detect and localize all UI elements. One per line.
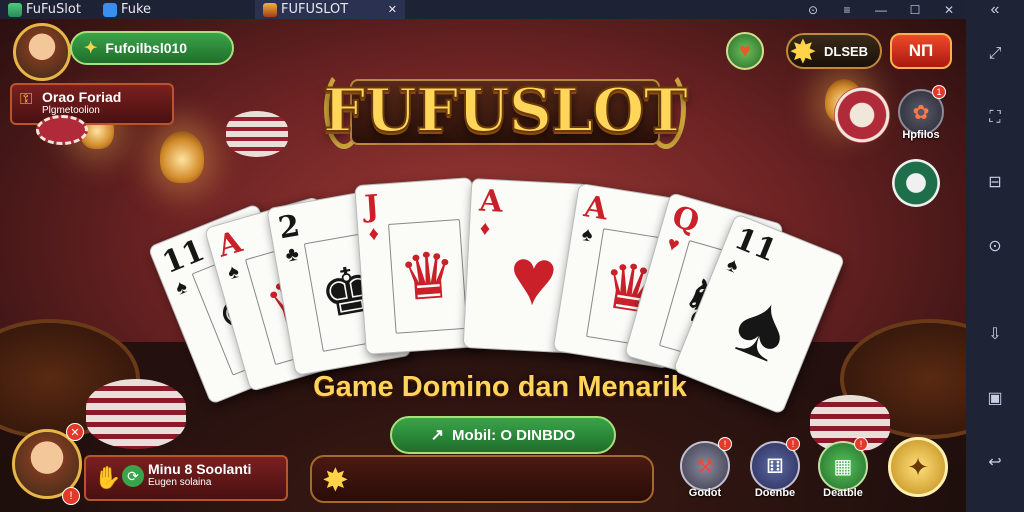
card-rank: A [478, 183, 504, 220]
chip-stack-bottom-left [86, 379, 186, 449]
expand-icon[interactable]: ⤢ [980, 39, 1010, 69]
player-avatar[interactable] [13, 23, 71, 81]
player-name-pill[interactable]: ✦ Fufoilbsl010 [70, 31, 234, 65]
card-suit: ♠ [172, 275, 191, 300]
fuke-icon [102, 2, 117, 17]
lamp-left [160, 131, 204, 183]
player-bottom-sub: Eugen solaina [148, 477, 212, 488]
flower-icon: ✿ [912, 101, 930, 124]
key-icon: ⚿ [20, 91, 33, 108]
card-suit: ♥ [664, 232, 682, 257]
tab-close-icon[interactable]: ✕ [388, 3, 397, 16]
dice-icon: ⚅ [766, 455, 784, 478]
minimize-window-icon[interactable]: — [864, 0, 898, 19]
deatble-badge: ! [854, 437, 868, 451]
balance-label: DLSEB [824, 43, 869, 59]
close-window-icon[interactable]: ✕ [932, 0, 966, 19]
back-icon[interactable]: ↩ [980, 447, 1010, 477]
balance-pill[interactable]: ✸ DLSEB [786, 33, 882, 69]
folder-icon[interactable]: ▣ [980, 383, 1010, 413]
mobile-icon: ↗ [430, 427, 445, 444]
hotfiles-label: Hpfilos [902, 129, 940, 141]
doenbe-label: Doenbe [754, 487, 796, 499]
fullscreen-icon[interactable]: ⛶ [980, 103, 1010, 133]
shop-icon: ✋ [94, 465, 122, 490]
card-suit: ♠ [225, 260, 242, 285]
player-bottom-title: Minu 8 Soolanti [148, 461, 252, 477]
calendar-icon: ▦ [833, 455, 853, 478]
game-logo: FUFUSLOT [322, 61, 689, 161]
card-suit: ♣ [283, 242, 301, 267]
player-tag-title: Orao Foriad [42, 89, 122, 105]
tab-fuke-label: Fuke [120, 2, 152, 17]
mobile-button-label: Mobil: O DINBDO [452, 426, 576, 444]
player-tag[interactable]: ⚿ Orao Foriad Plgmetoolion [10, 83, 174, 125]
card-rank: A [581, 189, 611, 228]
doenbe-badge: ! [786, 437, 800, 451]
avatar-badge-top: ✕ [66, 423, 84, 441]
card-suit: ♠ [580, 223, 595, 247]
chip-stack-left2 [36, 115, 88, 145]
card-suit: ♦ [479, 217, 491, 241]
player-name: Fufoilbsl010 [105, 40, 188, 56]
gold-action-button[interactable]: ✦ [888, 437, 948, 497]
tab-fufuslot-label: FUFUSLOT [281, 2, 349, 17]
chip-green [892, 159, 940, 207]
install-icon[interactable]: ⇩ [980, 319, 1010, 349]
tab-fufuslot[interactable]: FUFUSLOT ✕ [255, 0, 406, 19]
action-label: NП [908, 41, 934, 60]
chip-stack-left [226, 111, 288, 157]
shield-button[interactable]: ♥ [726, 32, 764, 70]
avatar-badge-bottom: ! [62, 487, 80, 505]
chip-stack-top-right [834, 87, 890, 143]
player-bottom-panel[interactable]: ✋ ⟳ Minu 8 Soolanti Eugen solaina [84, 455, 288, 501]
godot-badge: ! [718, 437, 732, 451]
card-suit: ♠ [723, 253, 742, 278]
deatble-label: Deatble [823, 487, 863, 499]
logo-text: FUFUSLOT [322, 75, 689, 147]
card-rank: 2 [275, 208, 303, 247]
window-titlebar: FuFuSlot Fuke FUFUSLOT ✕ ⊙ ≡ — ☐ ✕ [0, 0, 1024, 19]
godot-label: Godot [688, 487, 722, 499]
maximize-window-icon[interactable]: ☐ [898, 0, 932, 19]
refresh-icon: ⟳ [122, 465, 144, 487]
game-viewport: ✦ Fufoilbsl010 ⚿ Orao Foriad Plgmetoolio… [0, 19, 966, 512]
hammer-icon: ⚒ [696, 455, 714, 478]
app-tab-label: FuFuSlot [26, 2, 81, 17]
game-subtitle: Game Domino dan Menarik [313, 371, 687, 403]
star-icon: ✦ [84, 40, 98, 57]
tab-fuke[interactable]: Fuke [95, 0, 159, 19]
card-rank: J [363, 188, 381, 225]
mobile-download-button[interactable]: ↗ Mobil: O DINBDO [390, 416, 616, 454]
rotate-icon[interactable]: ⊙ [980, 231, 1010, 261]
card-art: ♛ [387, 219, 468, 334]
bottom-reward-bar[interactable]: ✸ [310, 455, 654, 503]
gold-gem-icon: ✦ [907, 451, 929, 482]
app-logo-icon [8, 2, 22, 17]
card-rank: A [213, 224, 246, 265]
action-button[interactable]: NП [890, 33, 952, 69]
collapse-sidebar-icon[interactable]: « [980, 0, 1010, 19]
reward-gem-icon: ✸ [322, 462, 349, 498]
hotfiles-badge: 1 [932, 85, 946, 99]
menu-icon[interactable]: ≡ [830, 0, 864, 19]
fufuslot-tab-icon [263, 2, 278, 17]
shield-icon: ♥ [739, 39, 751, 62]
card-suit: ♦ [367, 222, 380, 246]
gem-icon: ✸ [790, 35, 816, 69]
record-icon[interactable]: ⊙ [796, 0, 830, 19]
app-tab[interactable]: FuFuSlot [0, 0, 89, 19]
minimize-icon[interactable]: ⊟ [980, 167, 1010, 197]
emulator-sidebar: « ⤢ ⛶ ⊟ ⊙ ⇩ ▣ ↩ [966, 0, 1024, 512]
